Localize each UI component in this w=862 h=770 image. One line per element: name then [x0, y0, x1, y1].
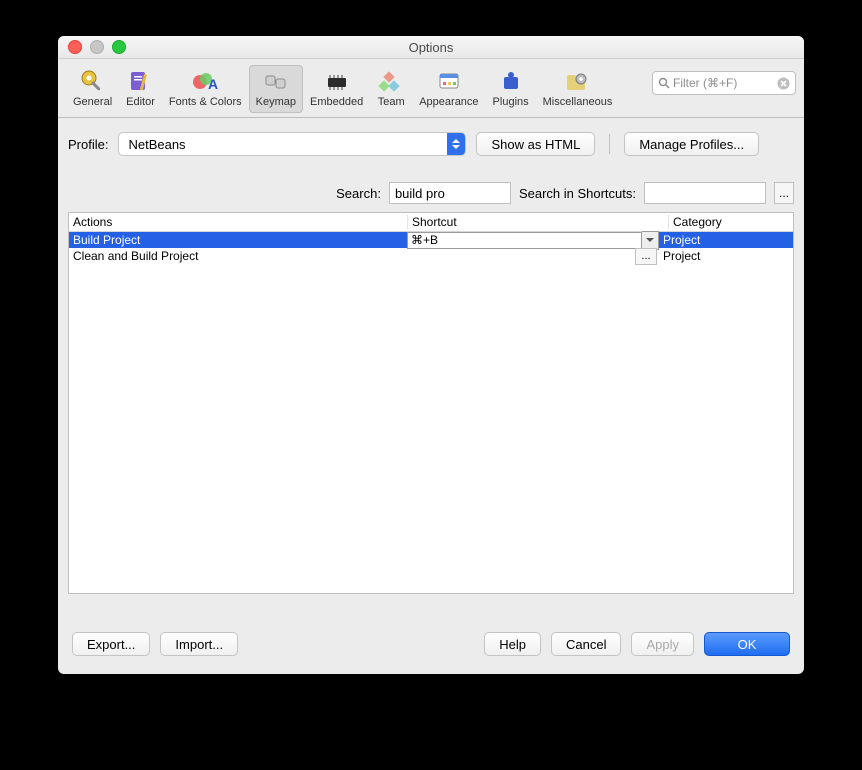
cancel-button[interactable]: Cancel	[551, 632, 621, 656]
cell-category: Project	[659, 233, 793, 247]
cell-action: Build Project	[69, 233, 407, 247]
profile-select[interactable]: NetBeans	[118, 132, 466, 156]
tab-embedded[interactable]: Embedded	[303, 65, 370, 113]
notepad-pencil-icon	[127, 68, 155, 96]
col-header-shortcut[interactable]: Shortcut	[408, 215, 669, 229]
table-header: Actions Shortcut Category	[69, 213, 793, 232]
keys-icon	[262, 68, 290, 96]
search-shortcuts-input[interactable]	[644, 182, 766, 204]
chip-icon	[323, 68, 351, 96]
export-button[interactable]: Export...	[72, 632, 150, 656]
toolbar-tabs: General Editor A Fonts & Colors Keymap	[66, 65, 619, 113]
tab-label: Team	[378, 96, 405, 108]
profile-select-value: NetBeans	[119, 137, 447, 152]
palette-letter-icon: A	[191, 68, 219, 96]
tab-editor[interactable]: Editor	[119, 65, 162, 113]
dialog-footer: Export... Import... Help Cancel Apply OK	[58, 602, 804, 674]
cell-action: Clean and Build Project	[69, 249, 407, 263]
plugin-icon	[497, 68, 525, 96]
tab-plugins[interactable]: Plugins	[486, 65, 536, 113]
shortcut-editor-value: ⌘+B	[411, 233, 438, 247]
help-button[interactable]: Help	[484, 632, 541, 656]
tab-label: Plugins	[493, 96, 529, 108]
tab-team[interactable]: Team	[370, 65, 412, 113]
tab-appearance[interactable]: Appearance	[412, 65, 485, 113]
window-palette-icon	[435, 68, 463, 96]
search-row: Search: build pro Search in Shortcuts: .…	[68, 182, 794, 204]
cell-category: Project	[659, 249, 793, 263]
search-input[interactable]: build pro	[389, 182, 511, 204]
shortcut-editor-input[interactable]: ⌘+B	[407, 232, 642, 249]
search-label: Search:	[336, 186, 381, 201]
profile-row: Profile: NetBeans Show as HTML Manage Pr…	[68, 132, 794, 156]
apply-button: Apply	[631, 632, 694, 656]
cubes-icon	[377, 68, 405, 96]
gear-wrench-icon	[79, 68, 107, 96]
tab-fonts-colors[interactable]: A Fonts & Colors	[162, 65, 249, 113]
gear-folder-icon	[563, 68, 591, 96]
tab-miscellaneous[interactable]: Miscellaneous	[536, 65, 620, 113]
window-title: Options	[58, 40, 804, 55]
options-toolbar: General Editor A Fonts & Colors Keymap	[58, 59, 804, 118]
search-input-value: build pro	[395, 186, 445, 201]
search-shortcuts-label: Search in Shortcuts:	[519, 186, 636, 201]
tab-label: Embedded	[310, 96, 363, 108]
keymap-panel: Profile: NetBeans Show as HTML Manage Pr…	[58, 118, 804, 602]
svg-text:A: A	[208, 76, 218, 92]
options-window: Options General Editor A Fonts & Colors	[58, 36, 804, 674]
import-button[interactable]: Import...	[160, 632, 238, 656]
tab-label: Keymap	[256, 96, 296, 108]
select-arrows-icon	[447, 133, 465, 155]
clear-icon[interactable]	[777, 77, 790, 90]
tab-general[interactable]: General	[66, 65, 119, 113]
table-row[interactable]: Build Project ⌘+B Project	[69, 232, 793, 248]
search-shortcuts-more-button[interactable]: ...	[774, 182, 794, 204]
shortcut-more-button[interactable]: ...	[635, 248, 657, 265]
tab-keymap[interactable]: Keymap	[249, 65, 303, 113]
ok-button[interactable]: OK	[704, 632, 790, 656]
keymap-table: Actions Shortcut Category Build Project …	[68, 212, 794, 594]
profile-label: Profile:	[68, 137, 108, 152]
table-row[interactable]: Clean and Build Project ... Project	[69, 248, 793, 264]
col-header-category[interactable]: Category	[669, 215, 793, 229]
manage-profiles-button[interactable]: Manage Profiles...	[624, 132, 759, 156]
show-as-html-button[interactable]: Show as HTML	[476, 132, 595, 156]
tab-label: Fonts & Colors	[169, 96, 242, 108]
filter-placeholder: Filter (⌘+F)	[673, 76, 737, 90]
search-icon	[658, 77, 670, 89]
tab-label: Editor	[126, 96, 155, 108]
tab-label: General	[73, 96, 112, 108]
tab-label: Miscellaneous	[543, 96, 613, 108]
tab-label: Appearance	[419, 96, 478, 108]
cell-shortcut: ...	[407, 248, 659, 265]
titlebar: Options	[58, 36, 804, 59]
filter-input[interactable]: Filter (⌘+F)	[652, 71, 796, 95]
divider	[609, 134, 610, 154]
col-header-actions[interactable]: Actions	[69, 215, 408, 229]
